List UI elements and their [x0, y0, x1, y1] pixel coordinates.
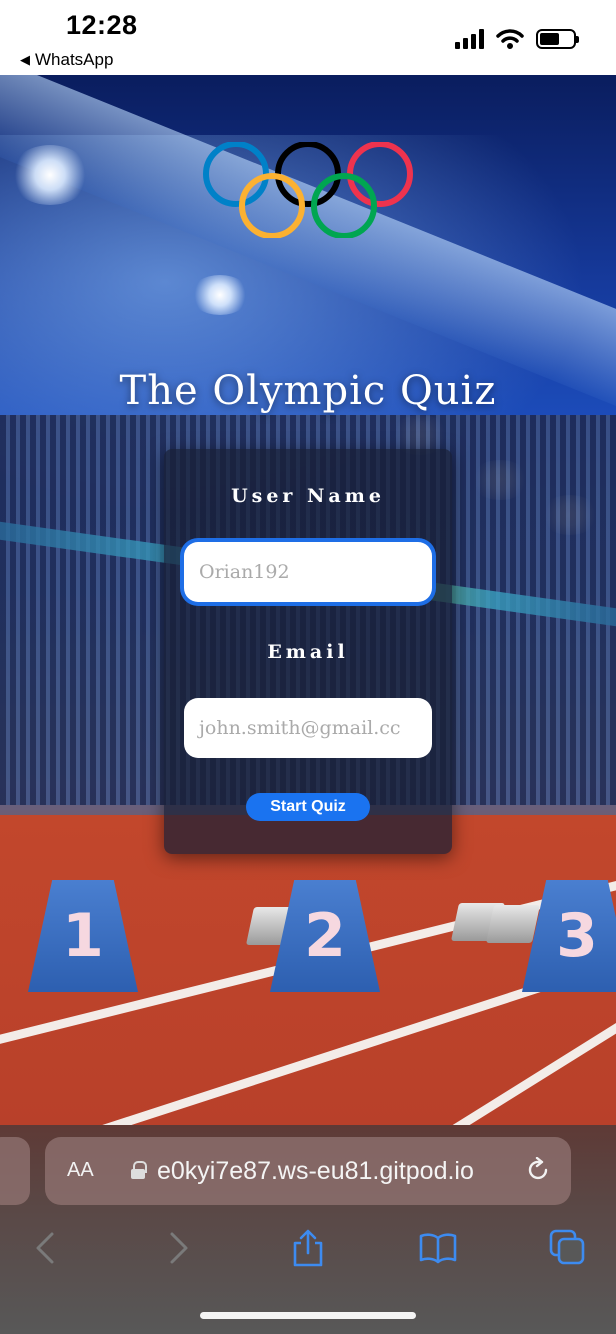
address-bar[interactable]: AA e0kyi7e87.ws-eu81.gitpod.io	[45, 1137, 571, 1205]
back-triangle-icon: ◀	[20, 52, 30, 67]
forward-icon[interactable]	[158, 1228, 198, 1268]
email-field[interactable]: john.smith@gmail.cc	[184, 698, 432, 758]
start-quiz-button[interactable]: Start Quiz	[246, 793, 370, 821]
back-to-app-link[interactable]: ◀ WhatsApp	[20, 50, 113, 70]
email-label: Email	[267, 641, 349, 663]
browser-toolbar: AA e0kyi7e87.ws-eu81.gitpod.io	[0, 1125, 616, 1334]
back-icon[interactable]	[26, 1228, 66, 1268]
url-text[interactable]: e0kyi7e87.ws-eu81.gitpod.io	[157, 1157, 474, 1186]
username-field[interactable]: Orian192	[184, 542, 432, 602]
starting-block	[485, 905, 541, 943]
bookmarks-icon[interactable]	[418, 1228, 458, 1268]
text-size-button[interactable]: AA	[67, 1159, 94, 1182]
page-title: The Olympic Quiz	[119, 368, 497, 414]
tabs-icon[interactable]	[548, 1228, 588, 1268]
username-label: User Name	[231, 485, 385, 507]
home-indicator	[200, 1312, 416, 1319]
lock-icon	[131, 1161, 147, 1179]
back-app-label: WhatsApp	[35, 50, 114, 69]
status-time: 12:28	[66, 10, 138, 40]
cellular-signal-icon	[455, 29, 484, 49]
status-bar: 12:28 ◀ WhatsApp	[0, 0, 616, 75]
previous-tab-peek[interactable]	[0, 1137, 30, 1205]
wifi-icon	[496, 29, 524, 49]
quiz-login-card: User Name Orian192 Email john.smith@gmai…	[164, 449, 452, 854]
share-icon[interactable]	[288, 1228, 328, 1268]
olympic-rings-icon	[203, 142, 413, 238]
battery-icon	[536, 29, 579, 49]
status-icons	[455, 28, 579, 50]
reload-icon[interactable]	[525, 1157, 551, 1183]
